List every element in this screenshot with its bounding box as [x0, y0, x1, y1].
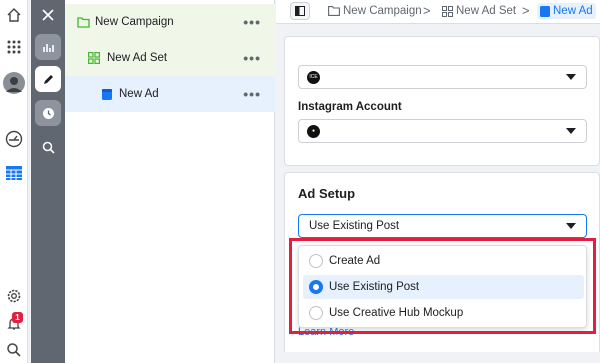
instagram-account-label: Instagram Account	[298, 101, 402, 113]
edit-pencil-icon[interactable]	[35, 66, 61, 92]
tree-label-campaign: New Campaign	[95, 16, 174, 28]
profile-avatar[interactable]	[3, 72, 25, 94]
breadcrumb-adset-label: New Ad Set	[456, 5, 517, 17]
ad-setup-select[interactable]: Use Existing Post	[298, 214, 587, 238]
breadcrumb-separator: >	[522, 3, 530, 18]
history-clock-icon[interactable]	[35, 100, 61, 126]
campaign-more-menu[interactable]: •••	[243, 14, 261, 30]
option-create-ad[interactable]: Create Ad	[303, 249, 584, 273]
adset-more-menu[interactable]: •••	[243, 50, 261, 66]
notification-count-badge: 1	[12, 312, 23, 323]
ad-square-icon	[540, 5, 550, 17]
breadcrumb-separator: >	[423, 3, 431, 18]
panel-toggle-icon[interactable]	[290, 2, 310, 20]
tree-row-ad[interactable]: New Ad •••	[65, 76, 275, 112]
page-avatar: ICE	[307, 71, 320, 84]
breadcrumb-adset[interactable]: New Ad Set	[442, 3, 516, 19]
charts-icon[interactable]	[35, 34, 61, 60]
instagram-avatar: ●	[307, 125, 320, 138]
radio-button-selected[interactable]	[309, 280, 323, 294]
option-label: Use Creative Hub Mockup	[329, 307, 464, 319]
chevron-down-icon	[566, 74, 576, 80]
search-icon[interactable]	[3, 339, 25, 361]
close-icon[interactable]	[35, 2, 61, 28]
tree-label-adset: New Ad Set	[107, 52, 168, 64]
dashboard-gauge-icon[interactable]	[3, 128, 25, 150]
ad-more-menu[interactable]: •••	[243, 86, 261, 102]
ad-square-icon	[102, 88, 112, 100]
folder-icon	[328, 6, 340, 16]
bottom-scroll-area	[284, 352, 600, 363]
campaign-tree-panel: New Campaign ••• New Ad Set ••• New Ad •…	[65, 0, 275, 363]
breadcrumb: New Campaign > New Ad Set > New Ad	[276, 0, 600, 24]
tree-row-adset[interactable]: New Ad Set •••	[65, 40, 275, 76]
ad-setup-options-menu: Create Ad Use Existing Post Use Creative…	[298, 245, 587, 328]
option-label: Use Existing Post	[329, 281, 420, 293]
radio-button[interactable]	[309, 306, 323, 320]
search-zoom-icon[interactable]	[35, 134, 61, 160]
instagram-account-select[interactable]: ●	[298, 119, 587, 143]
radio-button[interactable]	[309, 254, 323, 268]
apps-grid-icon[interactable]	[3, 36, 25, 58]
tree-label-ad: New Ad	[119, 88, 159, 100]
breadcrumb-campaign-label: New Campaign	[343, 5, 422, 17]
ad-setup-selected-value: Use Existing Post	[309, 220, 400, 232]
tree-row-campaign[interactable]: New Campaign •••	[65, 4, 275, 40]
editor-tool-strip	[31, 0, 65, 363]
identity-card: ICE Instagram Account ●	[284, 36, 600, 166]
breadcrumb-ad-label: New Ad	[553, 5, 593, 17]
ad-set-grid-icon	[442, 5, 453, 17]
global-nav-rail: 1	[0, 0, 28, 363]
facebook-page-select[interactable]: ICE	[298, 65, 587, 89]
chevron-down-icon	[566, 223, 576, 229]
chevron-down-icon	[566, 128, 576, 134]
breadcrumb-campaign[interactable]: New Campaign	[328, 3, 422, 19]
ad-set-grid-icon	[88, 52, 100, 64]
breadcrumb-ad[interactable]: New Ad	[537, 3, 596, 19]
home-icon[interactable]	[3, 4, 25, 26]
ad-setup-title: Ad Setup	[298, 186, 356, 201]
option-use-creative-hub-mockup[interactable]: Use Creative Hub Mockup	[303, 301, 584, 325]
ads-manager-table-icon[interactable]	[3, 162, 25, 184]
option-label: Create Ad	[329, 255, 381, 267]
folder-icon	[77, 16, 90, 28]
settings-gear-icon[interactable]	[3, 285, 25, 307]
option-use-existing-post[interactable]: Use Existing Post	[303, 275, 584, 299]
